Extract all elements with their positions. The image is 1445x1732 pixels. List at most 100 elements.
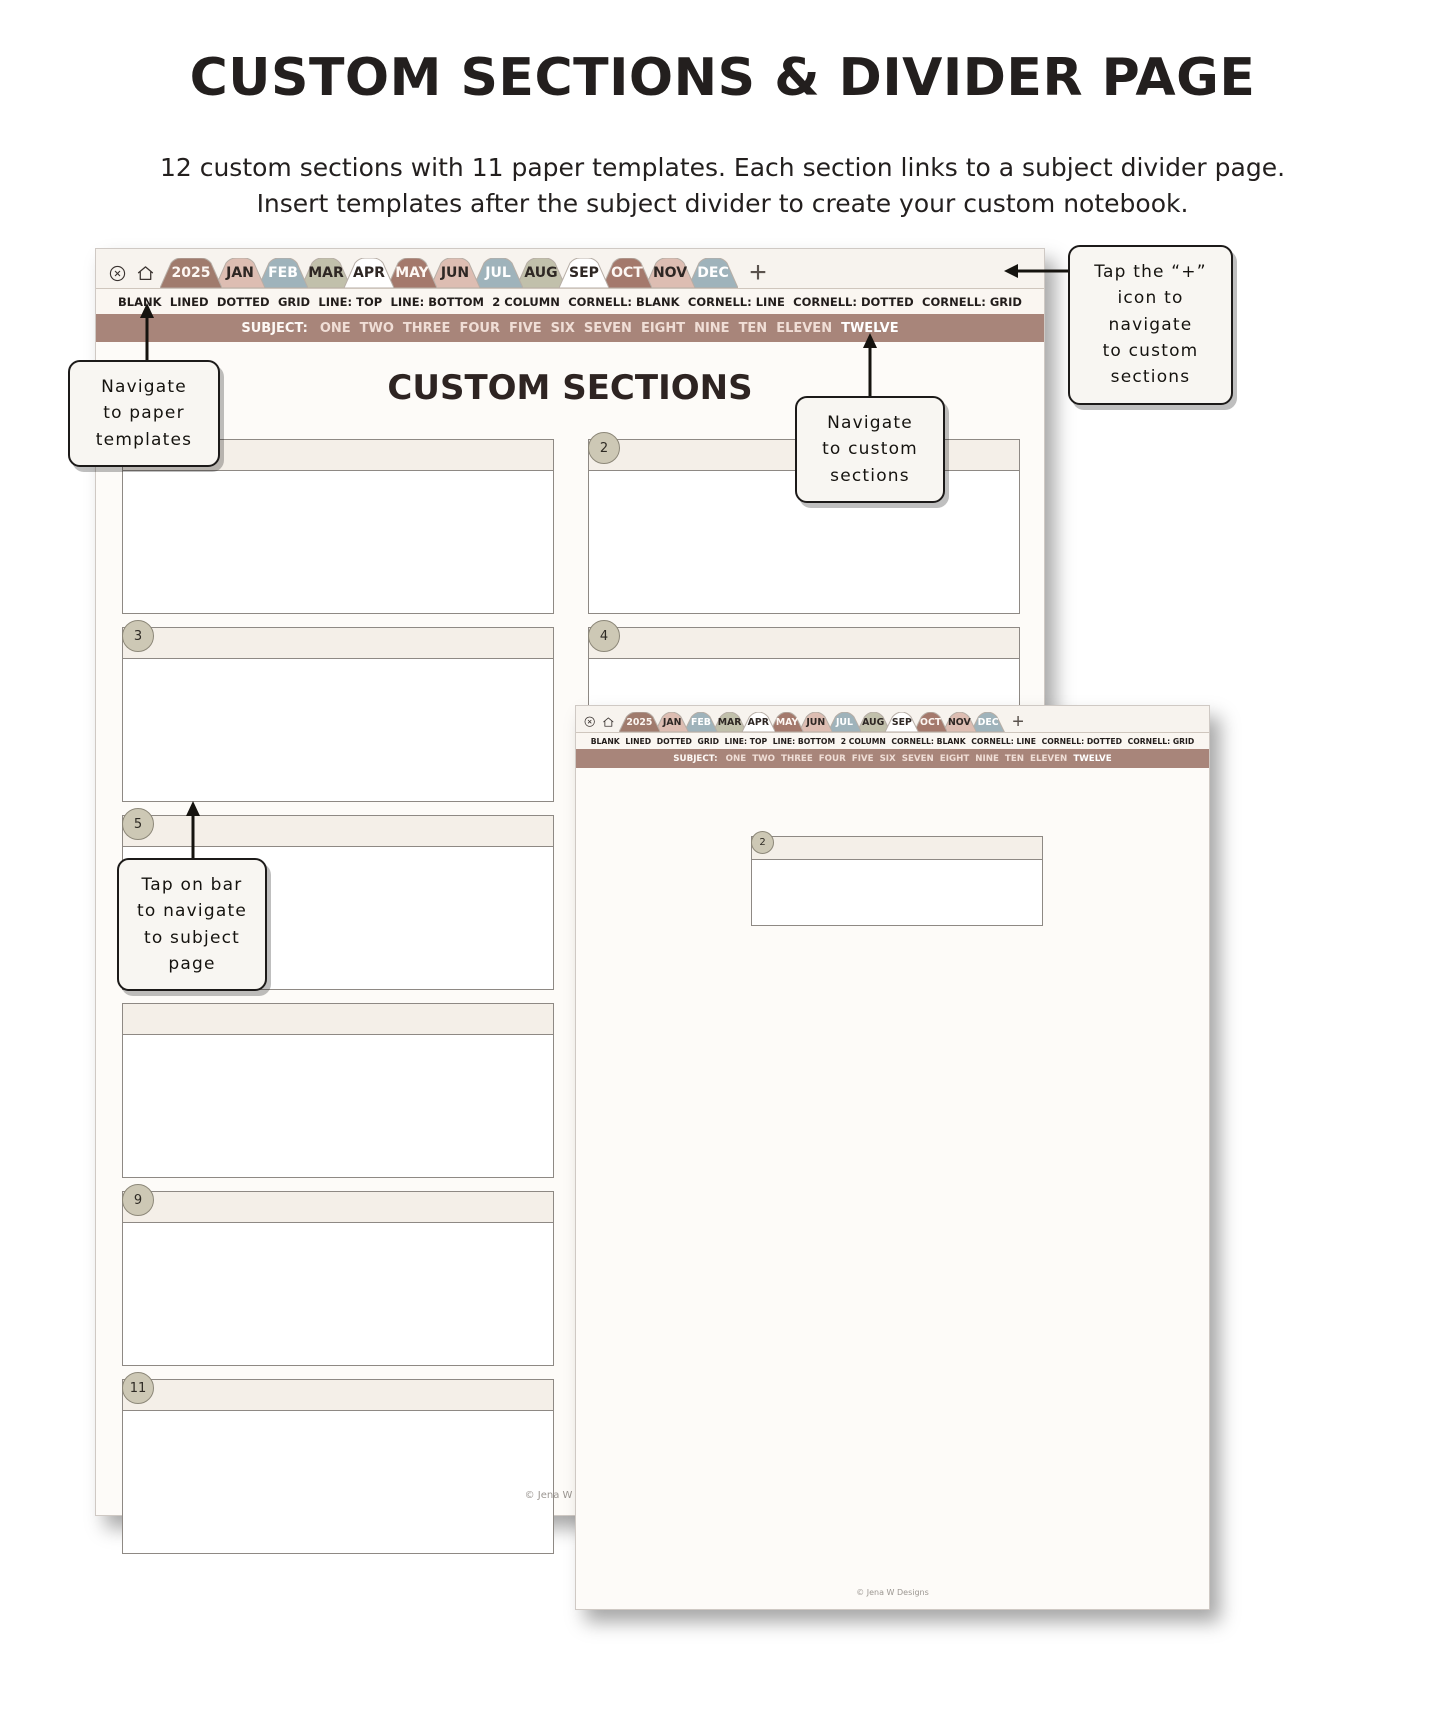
callout-line: to paper	[103, 403, 185, 424]
plus-icon[interactable]: +	[1007, 712, 1030, 732]
subject-item-four[interactable]: FOUR	[819, 754, 846, 764]
subject-item-ten[interactable]: TEN	[739, 321, 768, 336]
month-tab-label: NOV	[947, 716, 971, 728]
paper-template-cornell-line[interactable]: CORNELL: LINE	[971, 737, 1036, 746]
subject-item-eleven[interactable]: ELEVEN	[1030, 754, 1067, 764]
subject-item-seven[interactable]: SEVEN	[584, 321, 632, 336]
custom-section-card-9[interactable]: 9	[122, 1184, 554, 1366]
subject-bar-label: SUBJECT:	[673, 753, 718, 764]
subject-navigation-bar[interactable]: SUBJECT: ONE TWO THREE FOUR FIVE SIX SEVEN EIGHT…	[96, 314, 1044, 342]
subject-item-nine[interactable]: NINE	[975, 754, 999, 764]
paper-template-cornell-line[interactable]: CORNELL: LINE	[688, 295, 785, 309]
subject-item-two[interactable]: TWO	[752, 754, 775, 764]
close-circle-icon[interactable]	[581, 712, 598, 732]
month-tab-feb[interactable]: FEB	[683, 711, 719, 733]
home-icon[interactable]	[599, 712, 619, 732]
close-circle-icon[interactable]	[104, 258, 130, 288]
month-tab-dec[interactable]: DEC	[970, 711, 1006, 733]
subject-item-eleven[interactable]: ELEVEN	[776, 321, 832, 336]
home-icon[interactable]	[130, 258, 160, 288]
subject-item-eight[interactable]: EIGHT	[641, 321, 685, 336]
month-tab-dec[interactable]: DEC	[687, 257, 739, 289]
month-tab-apr[interactable]: APR	[740, 711, 776, 733]
custom-section-card-3[interactable]: 3	[122, 620, 554, 802]
month-tab-jul[interactable]: JUL	[826, 711, 862, 733]
month-tab-label: APR	[353, 265, 385, 281]
paper-template-cornell-dotted[interactable]: CORNELL: DOTTED	[793, 295, 914, 309]
paper-template-2-column[interactable]: 2 COLUMN	[492, 295, 560, 309]
month-tab-2025[interactable]: 2025	[159, 257, 223, 289]
plus-icon[interactable]: +	[741, 258, 775, 288]
paper-template-lined[interactable]: LINED	[170, 295, 209, 309]
paper-template-line-top[interactable]: LINE: TOP	[725, 737, 768, 746]
callout-line: Navigate	[827, 413, 913, 433]
month-tab-apr[interactable]: APR	[343, 257, 395, 289]
month-tab-jun[interactable]: JUN	[429, 257, 481, 289]
month-tab-sep[interactable]: SEP	[558, 257, 610, 289]
month-tab-may[interactable]: MAY	[769, 711, 805, 733]
month-tab-2025[interactable]: 2025	[617, 711, 661, 733]
custom-section-card-11[interactable]: 11	[122, 1372, 554, 1554]
subject-item-eight[interactable]: EIGHT	[940, 754, 969, 764]
subject-item-three[interactable]: THREE	[403, 321, 451, 336]
subject-item-ten[interactable]: TEN	[1005, 754, 1024, 764]
subject-item-six[interactable]: SIX	[551, 321, 575, 336]
month-tab-nov[interactable]: NOV	[644, 257, 696, 289]
paper-template-cornell-grid[interactable]: CORNELL: GRID	[922, 295, 1022, 309]
paper-template-cornell-dotted[interactable]: CORNELL: DOTTED	[1042, 737, 1122, 746]
paper-template-cornell-blank[interactable]: CORNELL: BLANK	[891, 737, 965, 746]
month-tab-feb[interactable]: FEB	[257, 257, 309, 289]
subject-item-one[interactable]: ONE	[320, 321, 351, 336]
custom-section-bar[interactable]	[123, 1004, 553, 1035]
subject-item-five[interactable]: FIVE	[509, 321, 542, 336]
paper-template-dotted[interactable]: DOTTED	[657, 737, 692, 746]
month-tab-oct[interactable]: OCT	[601, 257, 653, 289]
subject-item-nine[interactable]: NINE	[694, 321, 729, 336]
page-subtitle: 12 custom sections with 11 paper templat…	[0, 150, 1445, 223]
subject-navigation-bar-2[interactable]: SUBJECT: ONE TWO THREE FOUR FIVE SIX SEVEN EIGHT…	[576, 749, 1209, 769]
paper-template-grid[interactable]: GRID	[698, 737, 719, 746]
subject-item-one[interactable]: ONE	[726, 754, 747, 764]
notebook-page-divider: 2025 JAN FEB MAR APR MAY JUN JUL AUG SEP OCT NOV DEC…	[575, 705, 1210, 1610]
paper-template-line-bottom[interactable]: LINE: BOTTOM	[391, 295, 484, 309]
month-tab-label: JAN	[226, 265, 254, 281]
paper-template-dotted[interactable]: DOTTED	[217, 295, 270, 309]
callout-line: sections	[830, 465, 910, 486]
subject-item-five[interactable]: FIVE	[852, 754, 874, 764]
custom-section-card-7[interactable]	[122, 1003, 554, 1178]
custom-section-bar[interactable]: 11	[122, 1372, 553, 1411]
subject-item-four[interactable]: FOUR	[459, 321, 500, 336]
month-tab-nov[interactable]: NOV	[941, 711, 977, 733]
paper-template-lined[interactable]: LINED	[625, 737, 651, 746]
month-tab-sep[interactable]: SEP	[884, 711, 920, 733]
subject-item-twelve[interactable]: TWELVE	[1073, 754, 1111, 764]
month-tab-label: OCT	[920, 716, 942, 728]
callout-subject-bar: Tap on bar to navigate to subject page	[117, 858, 267, 992]
paper-template-grid[interactable]: GRID	[278, 295, 310, 309]
custom-section-bar[interactable]: 9	[122, 1184, 553, 1223]
divider-section-bar[interactable]: 2	[751, 831, 1042, 860]
month-tab-may[interactable]: MAY	[386, 257, 438, 289]
month-tab-jul[interactable]: JUL	[472, 257, 524, 289]
paper-template-line-bottom[interactable]: LINE: BOTTOM	[773, 737, 835, 746]
custom-section-bar[interactable]: 4	[588, 620, 1019, 659]
divider-section-card[interactable]: 2	[751, 831, 1043, 926]
month-tab-jan[interactable]: JAN	[654, 711, 690, 733]
paper-template-blank[interactable]: BLANK	[591, 737, 620, 746]
subject-item-seven[interactable]: SEVEN	[902, 754, 934, 764]
month-tab-jan[interactable]: JAN	[214, 257, 266, 289]
month-tab-jun[interactable]: JUN	[798, 711, 834, 733]
paper-template-line-top[interactable]: LINE: TOP	[318, 295, 382, 309]
month-tab-oct[interactable]: OCT	[913, 711, 949, 733]
paper-template-cornell-blank[interactable]: CORNELL: BLANK	[568, 295, 679, 309]
month-tab-label: MAY	[395, 265, 429, 281]
callout-paper-templates: Navigate to paper templates	[68, 360, 220, 468]
month-tab-label: SEP	[891, 716, 912, 728]
subject-item-six[interactable]: SIX	[880, 754, 896, 764]
subject-item-three[interactable]: THREE	[781, 754, 813, 764]
paper-template-2-column[interactable]: 2 COLUMN	[841, 737, 886, 746]
month-tab-label: NOV	[652, 265, 688, 281]
custom-section-bar[interactable]: 3	[122, 620, 553, 659]
paper-template-cornell-grid[interactable]: CORNELL: GRID	[1128, 737, 1195, 746]
subject-item-two[interactable]: TWO	[360, 321, 394, 336]
